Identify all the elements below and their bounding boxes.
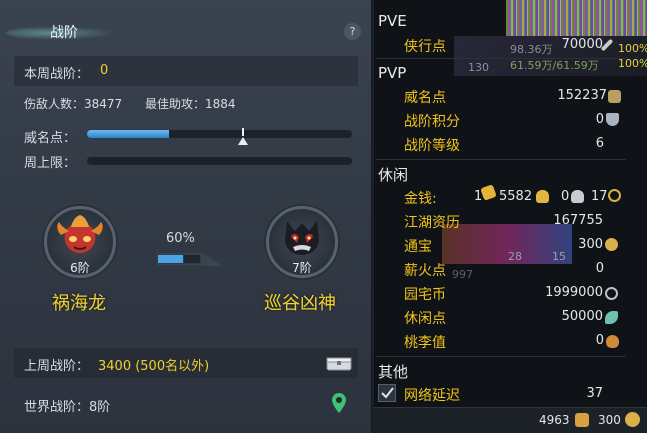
money-value-4: 17	[591, 189, 608, 204]
background-glitch-strip	[506, 0, 647, 36]
xiuxian-label: 休闲点	[404, 311, 446, 327]
tongbao-label: 通宝	[404, 239, 432, 255]
leisure-section-title: 休闲	[378, 166, 409, 184]
prestige-icon	[608, 90, 621, 103]
dragon-mask-icon	[57, 215, 103, 253]
xiaxing-value: 70000	[561, 37, 603, 52]
xinhuo-value: 0	[595, 261, 604, 276]
section-divider	[376, 356, 626, 357]
yuanzhai-value: 1999000	[545, 285, 603, 300]
current-rank-emblem[interactable]: 6阶	[44, 206, 116, 278]
xiaxing-label: 侠行点	[404, 39, 446, 55]
section-divider	[376, 58, 626, 59]
pve-section-title: PVE	[378, 12, 407, 30]
other-section-title: 其他	[378, 363, 409, 381]
rank-panel-header: 战阶 ?	[0, 0, 372, 46]
tongbao-coin-icon	[625, 412, 640, 427]
checkmark-icon	[381, 387, 394, 399]
gold-ticket-icon	[480, 184, 497, 201]
bg-number: 997	[452, 268, 473, 281]
taoli-label: 桃李值	[404, 335, 446, 351]
bg-pct-1: 100%	[618, 42, 647, 55]
prestige-points-label: 威名点	[404, 90, 446, 106]
location-pin-icon[interactable]	[331, 392, 347, 414]
prestige-marker-stem	[242, 128, 245, 136]
pvp-section-title: PVP	[378, 64, 407, 82]
bg-hp-text: 98.36万	[510, 43, 553, 56]
rank-progress-arrow	[157, 252, 223, 266]
bottom-currency-strip: 4963 300	[374, 407, 647, 433]
next-rank-name: 巡谷凶神	[264, 293, 336, 314]
prestige-progress-bar	[87, 130, 352, 138]
last-week-label: 上周战阶：	[24, 359, 90, 374]
yuanzhai-label: 园宅币	[404, 287, 446, 303]
currency-panel: 98.36万 61.59万/61.59万 130 100% 100% 28 15…	[374, 0, 647, 433]
gourd-icon	[606, 335, 619, 348]
assist-stat: 最佳助攻：1884	[145, 97, 236, 111]
demon-mask-icon	[285, 221, 319, 255]
shield-icon	[606, 113, 619, 126]
current-rank-level: 6阶	[70, 261, 90, 275]
bg-mp-text: 61.59万/61.59万	[510, 59, 599, 72]
rank-score-value: 0	[595, 112, 604, 127]
weekly-cap-label: 周上限：	[24, 156, 77, 171]
copper-coin-icon	[608, 189, 621, 202]
rank-level-label: 战阶等级	[404, 138, 460, 154]
money-value-3: 0	[561, 189, 570, 204]
taoli-value: 0	[595, 333, 604, 348]
rank-panel: 战阶 ? 本周战阶： 0 伤敌人数：38477 最佳助攻：1884 威名点： 周…	[0, 0, 372, 433]
xinhuo-label: 薪火点	[404, 263, 446, 279]
jianghu-value: 167755	[553, 213, 603, 228]
latency-value: 37	[586, 386, 603, 401]
prestige-points-value: 152237	[557, 88, 607, 103]
current-rank-name: 祸海龙	[52, 293, 106, 314]
next-rank-emblem[interactable]: 7阶	[266, 206, 338, 278]
rank-level-value: 6	[595, 136, 604, 151]
xiuxian-value: 50000	[561, 309, 603, 324]
section-divider	[376, 159, 626, 160]
latency-label: 网络延迟	[404, 388, 460, 404]
money-value-2: 5582	[499, 189, 533, 204]
weekly-rank-label: 本周战阶：	[24, 67, 90, 82]
prestige-marker-icon	[238, 137, 249, 145]
money-label: 金钱:	[404, 191, 437, 207]
world-rank-label: 世界战阶：8阶	[24, 400, 111, 415]
tongbao-coin-icon	[605, 238, 618, 251]
leaf-icon	[605, 311, 618, 324]
estate-coin-icon	[605, 287, 618, 300]
page-title: 战阶	[50, 25, 78, 41]
bg-slot-2: 15	[552, 250, 566, 263]
gold-ingot-icon	[536, 190, 549, 203]
bg-level-text: 130	[468, 61, 489, 74]
rank-score-label: 战阶积分	[404, 114, 460, 130]
silver-ingot-icon	[571, 190, 584, 203]
help-button[interactable]: ?	[344, 23, 361, 40]
bottom-tongbao-value: 300	[598, 413, 621, 427]
prestige-progress-fill	[87, 130, 170, 138]
bg-slot-1: 28	[508, 250, 522, 263]
jianghu-label: 江湖资历	[404, 215, 460, 231]
last-week-value: 3400 (500名以外)	[98, 359, 210, 374]
chest-icon[interactable]	[326, 354, 352, 372]
rank-progress-percent: 60%	[166, 231, 195, 246]
tongbao-value: 300	[578, 237, 603, 252]
bottom-coins-value: 4963	[539, 413, 570, 427]
coin-bag-icon	[575, 413, 589, 427]
latency-checkbox[interactable]	[378, 384, 396, 402]
weekly-cap-progress-bar	[87, 157, 352, 165]
next-rank-level: 7阶	[292, 261, 312, 275]
prestige-label: 威名点：	[24, 131, 77, 146]
kills-stat: 伤敌人数：38477	[24, 97, 123, 111]
weekly-rank-value: 0	[100, 63, 109, 78]
